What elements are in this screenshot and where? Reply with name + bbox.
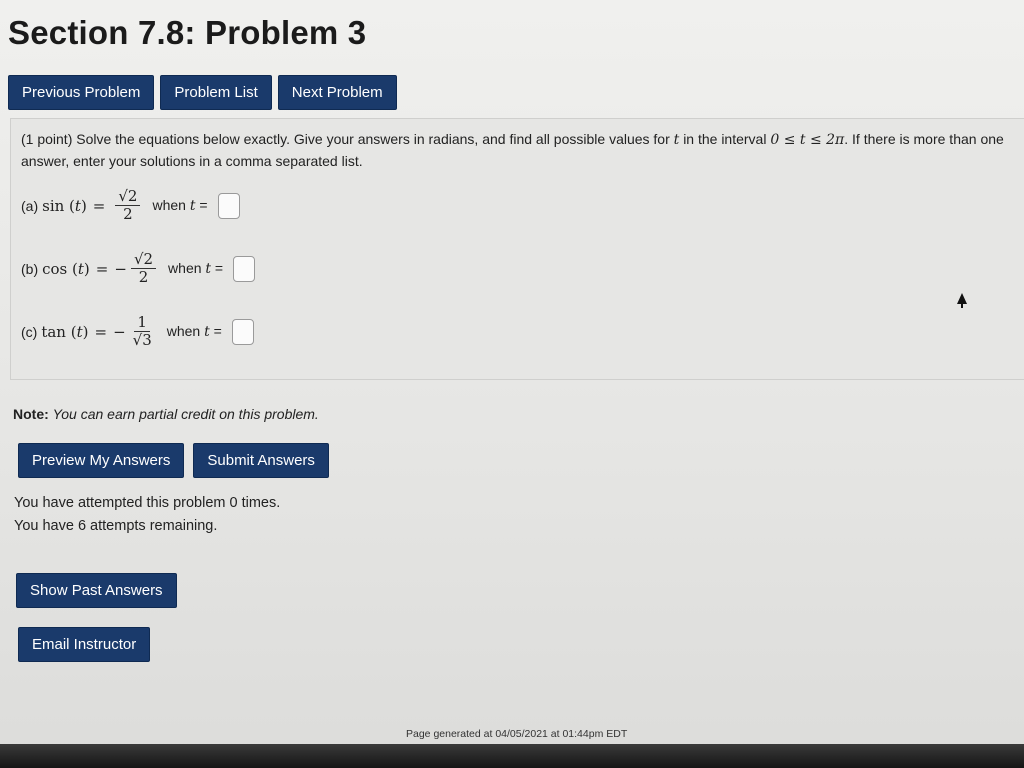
function-expression: cos (t) — [42, 259, 90, 278]
fraction: √2 2 — [130, 251, 157, 286]
when-label: when t = — [166, 323, 222, 340]
part-c: (c) tan (t) = − 1 √3 when t = — [21, 314, 254, 349]
instructions-text-a: Solve the equations below exactly. Give … — [76, 131, 670, 147]
function-expression: tan (t) — [41, 322, 89, 341]
when-label: when t = — [152, 197, 208, 214]
note-text: You can earn partial credit on this prob… — [52, 406, 319, 422]
attempts-count: You have attempted this problem 0 times. — [14, 495, 281, 511]
page-generated-footer: Page generated at 04/05/2021 at 01:44pm … — [406, 728, 628, 740]
denominator: √3 — [132, 331, 152, 349]
part-a: (a) sin (t) = √2 2 when t = — [21, 188, 240, 223]
problem-list-button[interactable]: Problem List — [160, 75, 272, 110]
part-label: (c) — [21, 323, 38, 340]
problem-instructions: (1 point) Solve the equations below exac… — [21, 129, 1024, 172]
interval-expression: 0 ≤ t ≤ 2π — [770, 132, 845, 148]
numerator: 1 — [134, 314, 150, 332]
sign: − — [114, 259, 127, 278]
fraction: 1 √3 — [130, 314, 155, 349]
equals-sign: = — [95, 259, 109, 278]
variable-t: t — [673, 132, 680, 148]
submit-answers-button[interactable]: Submit Answers — [193, 443, 329, 478]
instructions-text-b: in the interval — [683, 131, 767, 147]
email-instructor-button[interactable]: Email Instructor — [18, 627, 151, 662]
numerator: √2 — [115, 188, 141, 206]
note-label: Note: — [13, 406, 49, 422]
answer-input-b[interactable] — [233, 255, 256, 282]
page-title: Section 7.8: Problem 3 — [8, 14, 367, 51]
problem-nav: Previous Problem Problem List Next Probl… — [8, 75, 397, 110]
problem-body: (1 point) Solve the equations below exac… — [10, 118, 1024, 380]
function-expression: sin (t) — [42, 196, 87, 215]
problem-page: Section 7.8: Problem 3 Previous Problem … — [0, 0, 1024, 768]
part-label: (a) — [21, 197, 39, 214]
attempts-info: You have attempted this problem 0 times.… — [14, 492, 280, 538]
problem-points: (1 point) — [21, 131, 73, 147]
next-problem-button[interactable]: Next Problem — [277, 75, 397, 110]
part-b: (b) cos (t) = − √2 2 when t = — [21, 251, 256, 286]
mouse-cursor-icon — [957, 293, 967, 308]
answer-actions: Preview My Answers Submit Answers — [18, 443, 329, 478]
equals-sign: = — [92, 196, 106, 215]
attempts-remaining: You have 6 attempts remaining. — [14, 518, 218, 534]
previous-problem-button[interactable]: Previous Problem — [8, 75, 155, 110]
screen-bezel — [0, 744, 1024, 768]
fraction: √2 2 — [115, 188, 141, 223]
sign: − — [113, 322, 126, 341]
equals-sign: = — [94, 322, 108, 341]
answer-input-c[interactable] — [231, 318, 254, 345]
partial-credit-note: Note: You can earn partial credit on thi… — [13, 406, 319, 422]
preview-answers-button[interactable]: Preview My Answers — [18, 443, 185, 478]
part-label: (b) — [21, 260, 39, 277]
denominator: 2 — [123, 205, 133, 223]
denominator: 2 — [138, 268, 149, 286]
answer-input-a[interactable] — [217, 192, 240, 219]
when-label: when t = — [168, 260, 224, 277]
numerator: √2 — [130, 251, 157, 269]
show-past-answers-button[interactable]: Show Past Answers — [16, 573, 177, 608]
